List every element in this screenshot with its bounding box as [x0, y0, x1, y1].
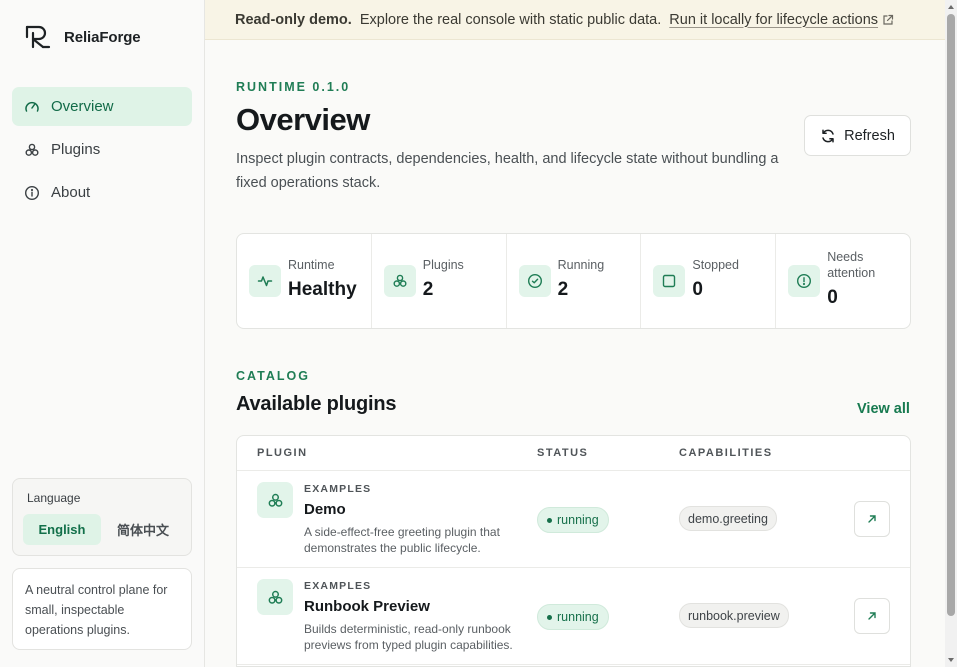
stat-needs-attention: Needs attention 0 — [776, 234, 910, 328]
check-circle-icon — [527, 273, 542, 289]
sidebar-item-plugins[interactable]: Plugins — [12, 130, 192, 169]
stat-value: Healthy — [288, 279, 357, 300]
stat-runtime: Runtime Healthy — [237, 234, 372, 328]
scroll-up-arrow-icon[interactable] — [946, 2, 956, 12]
plugins-icon — [25, 143, 39, 156]
external-link-icon[interactable] — [882, 14, 894, 26]
plugin-name[interactable]: Runbook Preview — [304, 598, 430, 615]
sidebar: ReliaForge Overview Plugins About Langua… — [0, 0, 205, 667]
stat-value: 0 — [692, 279, 703, 300]
square-icon — [663, 274, 676, 288]
sidebar-item-label: Plugins — [51, 141, 101, 158]
plugins-table: PLUGIN STATUS CAPABILITIES EXAMPLES Demo… — [236, 435, 911, 667]
plugin-category: EXAMPLES — [304, 580, 372, 592]
sidebar-item-label: Overview — [51, 98, 114, 115]
capability-badge: runbook.preview — [679, 603, 789, 628]
scrollbar[interactable] — [945, 0, 957, 667]
language-title: Language — [27, 491, 81, 505]
plugin-category: EXAMPLES — [304, 483, 372, 495]
sidebar-item-overview[interactable]: Overview — [12, 87, 192, 126]
catalog-eyebrow: CATALOG — [236, 369, 310, 383]
status-badge: running — [537, 507, 609, 533]
status-label: running — [557, 610, 599, 624]
stat-label: Needs attention — [827, 250, 876, 280]
stat-running: Running 2 — [507, 234, 642, 328]
status-badge: running — [537, 604, 609, 630]
stat-label: Running — [557, 258, 605, 272]
page-title: Overview — [236, 102, 370, 137]
plugins-icon — [268, 590, 282, 604]
reliaforge-logo-icon — [25, 25, 51, 49]
open-plugin-button[interactable] — [854, 501, 890, 537]
runtime-version-eyebrow: RUNTIME 0.1.0 — [236, 80, 351, 94]
language-switcher: Language English 简体中文 — [12, 478, 192, 556]
alert-circle-icon — [797, 273, 812, 289]
plugin-description: A side-effect-free greeting plugin that … — [304, 525, 500, 555]
tagline: A neutral control plane for small, inspe… — [12, 568, 192, 650]
status-dot-icon — [547, 517, 552, 523]
stat-value: 2 — [422, 279, 434, 300]
stat-value: 2 — [557, 279, 569, 300]
language-chinese-button[interactable]: 简体中文 — [105, 514, 181, 545]
plugin-name[interactable]: Demo — [304, 501, 346, 518]
sidebar-item-about[interactable]: About — [12, 173, 192, 212]
capability-badge: demo.greeting — [679, 506, 777, 531]
brand-name: ReliaForge — [64, 28, 141, 46]
view-all-link[interactable]: View all — [857, 401, 910, 417]
stat-plugins: Plugins 2 — [372, 234, 507, 328]
stat-label: Runtime — [288, 258, 335, 272]
stat-label: Stopped — [692, 258, 739, 272]
gauge-icon — [25, 101, 39, 112]
section-title: Available plugins — [236, 393, 397, 415]
sidebar-nav: Overview Plugins About — [12, 87, 192, 216]
stats-panel: Runtime Healthy Plugins 2 Running 2 Stop… — [236, 233, 911, 329]
plugins-icon — [393, 274, 407, 287]
table-header: PLUGIN STATUS CAPABILITIES — [237, 436, 910, 471]
status-label: running — [557, 513, 599, 527]
arrow-up-right-icon — [868, 612, 876, 620]
column-plugin: PLUGIN — [257, 447, 308, 459]
page-description: Inspect plugin contracts, dependencies, … — [236, 151, 779, 191]
column-capabilities: CAPABILITIES — [679, 447, 773, 459]
language-english-button[interactable]: English — [23, 514, 101, 545]
banner-strong: Read-only demo. — [235, 11, 352, 28]
refresh-label: Refresh — [844, 127, 895, 144]
table-row[interactable]: EXAMPLES Runbook Preview Builds determin… — [237, 568, 910, 665]
scrollbar-thumb[interactable] — [947, 14, 955, 616]
plugins-icon — [268, 493, 282, 507]
open-plugin-button[interactable] — [854, 598, 890, 634]
scroll-down-arrow-icon[interactable] — [946, 655, 956, 665]
column-status: STATUS — [537, 447, 589, 459]
sidebar-item-label: About — [51, 184, 91, 201]
run-locally-link[interactable]: Run it locally for lifecycle actions — [669, 12, 878, 28]
arrow-up-right-icon — [868, 515, 876, 523]
status-dot-icon — [547, 614, 552, 620]
activity-icon — [257, 276, 273, 287]
demo-banner: Read-only demo. Explore the real console… — [205, 0, 945, 40]
table-row[interactable]: EXAMPLES Demo A side-effect-free greetin… — [237, 471, 910, 568]
stat-stopped: Stopped 0 — [641, 234, 777, 328]
refresh-button[interactable]: Refresh — [804, 115, 911, 156]
refresh-icon — [822, 128, 834, 143]
stat-label: Plugins — [422, 258, 464, 272]
plugin-description: Builds deterministic, read-only runbook … — [304, 622, 513, 652]
info-icon — [24, 185, 40, 200]
stat-value: 0 — [827, 287, 838, 308]
brand[interactable]: ReliaForge — [24, 24, 141, 50]
banner-text: Explore the real console with static pub… — [359, 11, 662, 28]
